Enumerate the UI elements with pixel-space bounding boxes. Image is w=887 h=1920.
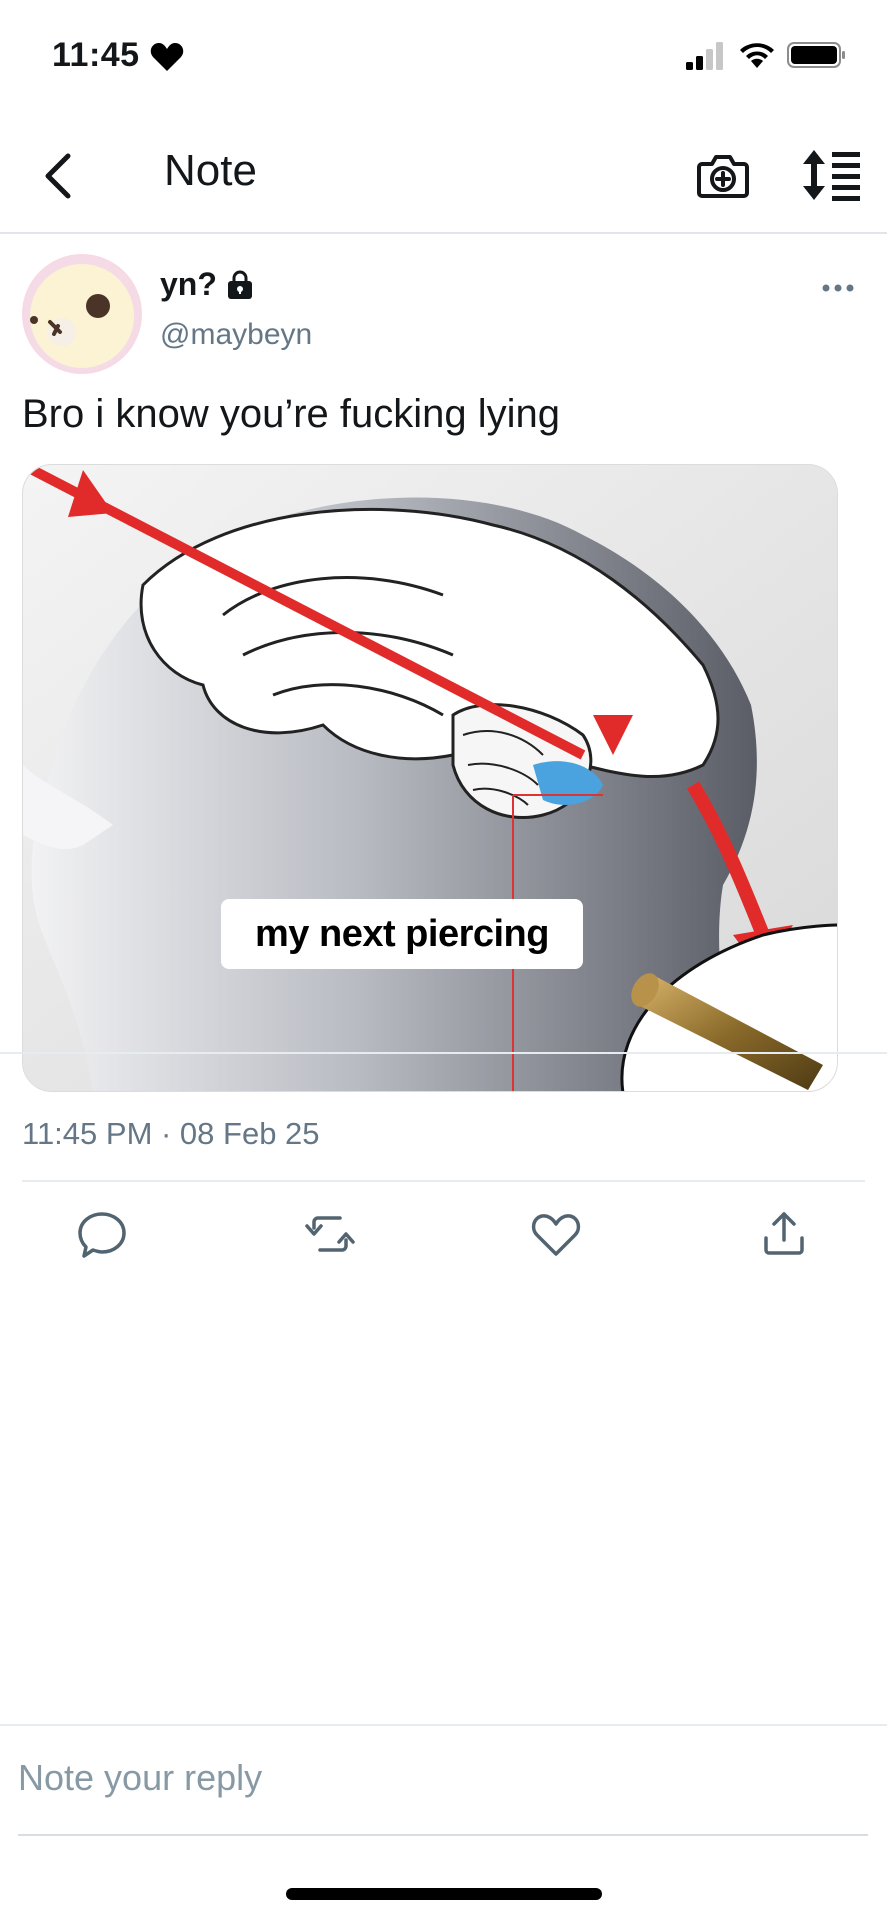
heart-outline-icon [531,1214,581,1256]
meme-image [23,465,837,1091]
camera-plus-icon [697,155,749,198]
reply-bar [0,1724,887,1836]
retweet-button[interactable] [302,1206,358,1262]
user-handle[interactable]: @maybeyn [160,318,312,352]
chevron-left-icon [45,153,71,199]
reply-underline [18,1834,868,1836]
comment-icon [78,1212,126,1258]
action-bar [0,1206,887,1286]
nav-bar: Note [0,118,887,234]
page-title: Note [164,146,257,195]
reply-input[interactable] [18,1750,868,1806]
post-timestamp: 11:45 PM · 08 Feb 25 [22,1116,320,1151]
more-options-button[interactable] [818,276,858,300]
post-media[interactable]: my next piercing [22,464,838,1092]
battery-icon [787,40,847,70]
display-name[interactable]: yn? [160,266,255,303]
camera-button[interactable] [694,146,752,204]
divider [22,1180,865,1182]
wifi-icon [737,40,777,70]
lock-icon [225,270,255,300]
avatar[interactable] [22,254,142,374]
post-text: Bro i know you’re fucking lying [22,392,561,436]
retweet-icon [305,1216,355,1252]
back-button[interactable] [28,146,88,206]
status-bar: 11:45 [0,0,887,110]
sort-button[interactable] [800,146,862,204]
share-upload-icon [764,1212,804,1255]
like-button[interactable] [528,1206,584,1262]
cellular-signal-icon [686,42,726,70]
home-indicator [286,1888,602,1900]
more-dots-icon [822,284,854,292]
reply-button[interactable] [74,1206,130,1262]
divider [0,1052,887,1054]
share-button[interactable] [756,1206,812,1262]
sort-arrows-icon [803,150,860,201]
display-name-text: yn? [160,266,217,302]
media-caption: my next piercing [221,899,583,969]
status-time: 11:45 [52,36,140,74]
heart-icon [150,42,184,72]
